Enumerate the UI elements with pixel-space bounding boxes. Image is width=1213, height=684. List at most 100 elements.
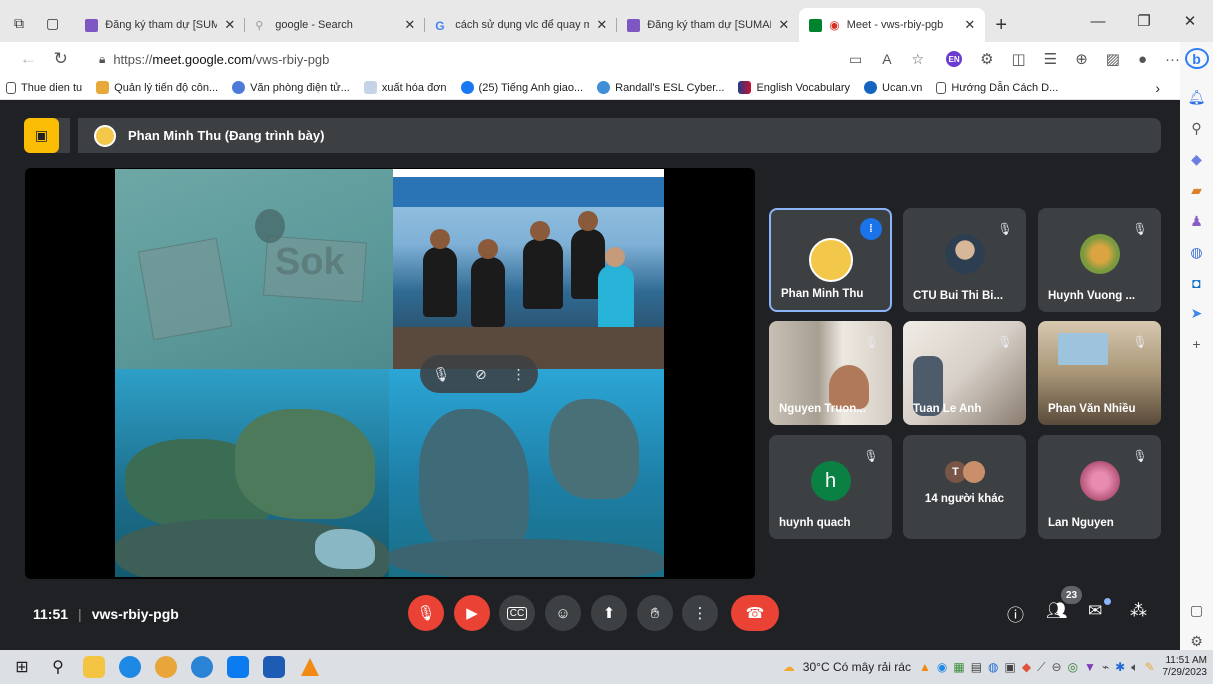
chat-icon[interactable]: ✉︎ bbox=[1088, 601, 1102, 621]
back-button[interactable]: ← bbox=[12, 49, 44, 69]
close-icon[interactable]: ✕ bbox=[596, 17, 607, 33]
extensions-icon[interactable]: ⚙ bbox=[980, 50, 993, 68]
bookmark-7[interactable]: Ucan.vn bbox=[864, 81, 922, 94]
edge-icon[interactable] bbox=[112, 656, 148, 678]
hide-icon[interactable]: ⊘ bbox=[475, 366, 487, 383]
sidebar-toggle-icon[interactable]: ▢ bbox=[1190, 602, 1203, 619]
collections-icon[interactable]: ⊕ bbox=[1075, 50, 1088, 68]
others-tile[interactable]: T 14 người khác bbox=[903, 435, 1026, 539]
more-options-button[interactable]: ⋮ bbox=[682, 595, 718, 631]
app-tray-icon[interactable]: ◍ bbox=[988, 660, 998, 675]
bookmark-6[interactable]: English Vocabulary bbox=[738, 81, 850, 94]
word-icon[interactable] bbox=[256, 656, 292, 678]
app-tray-icon[interactable]: ◎ bbox=[1068, 660, 1078, 675]
tab-1[interactable]: ⚲ google - Search ✕ bbox=[245, 8, 426, 42]
app-tray-icon[interactable]: ▼ bbox=[1084, 660, 1096, 675]
participant-tile[interactable]: 🎙︎ Huynh Vuong ... bbox=[1038, 208, 1161, 312]
meeting-details-icon[interactable]: ⓘ bbox=[1007, 601, 1024, 626]
network-icon[interactable]: ⌁ bbox=[1102, 660, 1109, 675]
app-tray-icon[interactable]: ▣ bbox=[1005, 660, 1016, 675]
profile-icon[interactable]: ● bbox=[1138, 51, 1147, 68]
favorite-star-icon[interactable]: ☆ bbox=[912, 51, 925, 68]
start-icon[interactable]: ⊞ bbox=[4, 657, 40, 677]
presenter-chip[interactable]: Phan Minh Thu (Đang trình bày) bbox=[70, 118, 341, 153]
bookmark-0[interactable]: Thue dien tu bbox=[6, 81, 82, 94]
leave-call-button[interactable]: ☎︎ bbox=[731, 595, 779, 631]
extension-icon[interactable]: EN bbox=[946, 51, 963, 67]
bookmark-5[interactable]: Randall's ESL Cyber... bbox=[597, 81, 724, 94]
more-options-icon[interactable]: ⋮ bbox=[512, 366, 526, 383]
activities-icon[interactable]: ⁂ bbox=[1130, 601, 1147, 621]
volume-icon[interactable]: 🔈︎ bbox=[1131, 660, 1138, 675]
search-icon[interactable]: ⚲ bbox=[40, 657, 76, 677]
tab-actions-icon[interactable]: ▢ bbox=[46, 15, 59, 32]
briefcase-icon[interactable]: ▰ bbox=[1191, 182, 1202, 199]
stop-presenting-button[interactable]: ▣ bbox=[24, 118, 59, 153]
bookmark-8[interactable]: Hướng Dẫn Cách D... bbox=[936, 81, 1058, 94]
refresh-button[interactable]: ↻ bbox=[44, 49, 76, 69]
read-aloud-icon[interactable]: A bbox=[882, 51, 891, 68]
bing-chat-button[interactable]: b bbox=[1184, 48, 1209, 69]
outlook-icon[interactable]: ◘ bbox=[1192, 275, 1200, 291]
bookmark-2[interactable]: Văn phòng điện tử... bbox=[232, 81, 350, 94]
add-icon[interactable]: + bbox=[1192, 336, 1200, 352]
app-tray-icon[interactable]: ◉ bbox=[937, 660, 947, 675]
bluetooth-icon[interactable]: ✱ bbox=[1115, 660, 1125, 675]
app-tray-icon[interactable]: ▤ bbox=[971, 660, 982, 675]
notification-icon[interactable]: ✎ bbox=[1144, 660, 1154, 675]
present-button[interactable]: ⬆ bbox=[591, 595, 627, 631]
captions-button[interactable]: CC bbox=[499, 595, 535, 631]
workspaces-icon[interactable]: ⧉ bbox=[14, 15, 24, 32]
mic-toggle-button[interactable]: 🎙︎ bbox=[408, 595, 444, 631]
app-tray-icon[interactable]: ◆ bbox=[1022, 660, 1031, 675]
bookmark-3[interactable]: xuất hóa đơn bbox=[363, 81, 447, 94]
split-screen-icon[interactable]: ◫ bbox=[1012, 50, 1026, 68]
participant-tile[interactable]: ⁞ Phan Minh Thu bbox=[769, 208, 892, 312]
participant-video-tile[interactable]: 🎙︎ Tuan Le Anh bbox=[903, 321, 1026, 425]
minimize-button[interactable]: — bbox=[1075, 13, 1121, 30]
favorites-icon[interactable]: ☰ bbox=[1044, 50, 1057, 68]
app-tray-icon[interactable]: ▦ bbox=[953, 660, 964, 675]
participant-tile[interactable]: 🎙︎ Lan Nguyen bbox=[1038, 435, 1161, 539]
restore-button[interactable]: ❐ bbox=[1121, 12, 1167, 30]
close-icon[interactable]: ✕ bbox=[778, 17, 789, 33]
close-icon[interactable]: ✕ bbox=[224, 17, 235, 33]
participant-video-tile[interactable]: 🎙︎ Nguyen Truon... bbox=[769, 321, 892, 425]
tab-3[interactable]: Đăng ký tham dự [SUMARE ✕ bbox=[617, 8, 799, 42]
more-icon[interactable]: ··· bbox=[1165, 51, 1180, 68]
raise-hand-button[interactable]: ✋︎ bbox=[637, 595, 673, 631]
app-tray-icon[interactable]: ⊖ bbox=[1052, 660, 1062, 675]
reactions-button[interactable]: ☺ bbox=[545, 595, 581, 631]
camera-permission-icon[interactable]: ▭ bbox=[849, 51, 862, 68]
tag-icon[interactable]: ◆ bbox=[1191, 151, 1202, 168]
tab-2[interactable]: G cách sử dụng vlc để quay m ✕ bbox=[425, 8, 618, 42]
bookmark-4[interactable]: (25) Tiếng Anh giao... bbox=[460, 81, 583, 94]
bell-icon[interactable]: 🔔︎ bbox=[1188, 89, 1206, 106]
weather-text[interactable]: 30°C Có mây rải rác bbox=[803, 660, 911, 674]
zalo-icon[interactable] bbox=[220, 656, 256, 678]
mic-off-icon[interactable]: 🎙︎ bbox=[432, 366, 450, 383]
settings-icon[interactable]: ⚙ bbox=[1190, 633, 1203, 650]
close-icon[interactable]: ✕ bbox=[404, 17, 415, 33]
presentation-stage[interactable]: Sok 🎙︎ ⊘ ⋮ bbox=[25, 168, 755, 579]
url-field[interactable]: 🔒︎ https://meet.google.com/vws-rbiy-pgb … bbox=[85, 45, 940, 73]
chess-icon[interactable]: ♟ bbox=[1190, 213, 1203, 230]
participant-tile[interactable]: 🎙︎ h huynh quach bbox=[769, 435, 892, 539]
participant-video-tile[interactable]: 🎙︎ Phan Văn Nhiều bbox=[1038, 321, 1161, 425]
new-tab-button[interactable]: + bbox=[985, 8, 1017, 42]
chrome-icon[interactable] bbox=[148, 656, 184, 678]
participant-tile[interactable]: 🎙︎ CTU Bui Thi Bi... bbox=[903, 208, 1026, 312]
screenshot-icon[interactable]: ▨ bbox=[1106, 50, 1120, 68]
more-bookmarks-icon[interactable]: › bbox=[1155, 80, 1180, 96]
bookmark-1[interactable]: Quản lý tiến độ côn... bbox=[96, 81, 218, 94]
ie-icon[interactable] bbox=[184, 656, 220, 678]
search-icon[interactable]: ⚲ bbox=[1191, 120, 1201, 137]
m365-icon[interactable]: ◍ bbox=[1190, 244, 1202, 261]
people-icon[interactable]: 👥︎ bbox=[1046, 601, 1068, 621]
send-icon[interactable]: ➤ bbox=[1191, 305, 1203, 322]
clock[interactable]: 11:51 AM 7/29/2023 bbox=[1163, 655, 1208, 679]
vlc-tray-icon[interactable]: ▲ bbox=[919, 660, 931, 675]
camera-toggle-button[interactable]: ▶︎ bbox=[454, 595, 490, 631]
file-explorer-icon[interactable] bbox=[76, 656, 112, 678]
close-icon[interactable]: ✕ bbox=[964, 17, 975, 33]
